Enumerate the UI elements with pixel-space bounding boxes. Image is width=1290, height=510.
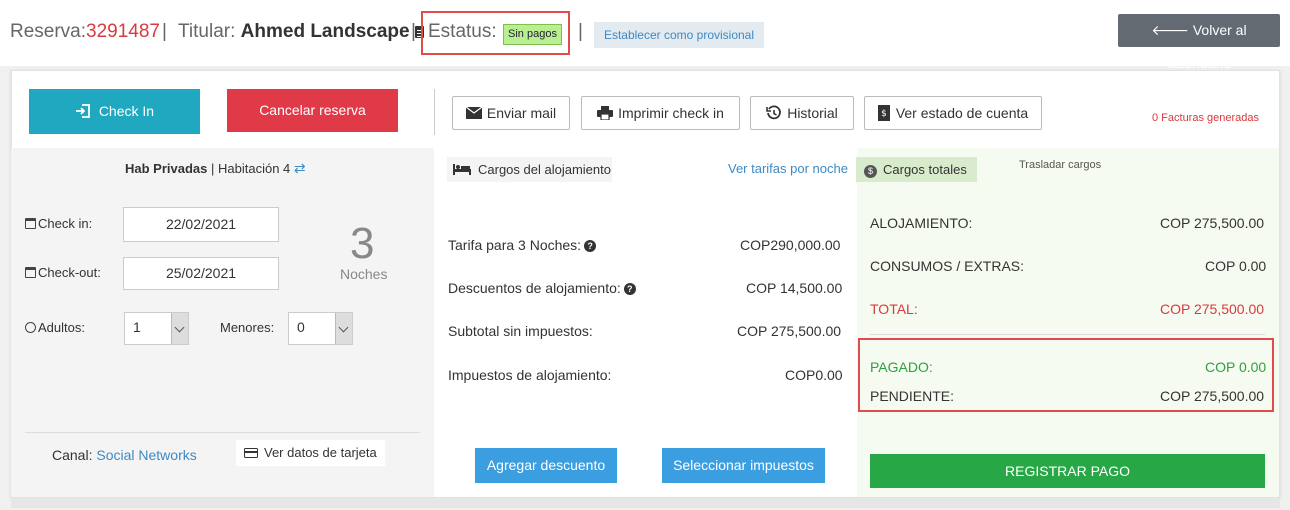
checkin-label: Check in:	[25, 216, 92, 231]
register-payment-button[interactable]: REGISTRAR PAGO	[870, 454, 1265, 488]
rate-value: COP290,000.00	[740, 237, 841, 253]
nights-count: 3	[350, 219, 375, 268]
check-in-button[interactable]: Check In	[29, 89, 200, 134]
card-shadow	[11, 498, 1280, 508]
discount-value: COP 14,500.00	[746, 280, 843, 296]
subtotal-value: COP 275,500.00	[737, 323, 842, 339]
pending-value: COP 275,500.00	[1160, 388, 1265, 404]
nights-label: Noches	[340, 266, 388, 282]
pending-label: PENDIENTE:	[870, 388, 955, 404]
cancel-reservation-button[interactable]: Cancelar reserva	[227, 89, 398, 132]
print-checkin-button[interactable]: Imprimir check in	[581, 96, 740, 130]
discount-label: Descuentos de alojamiento:?	[448, 280, 636, 296]
taxes-value: COP0.00	[785, 367, 843, 383]
paid-label: PAGADO:	[870, 359, 933, 375]
paid-value: COP 0.00	[1205, 359, 1267, 375]
header-separator: |	[411, 21, 416, 42]
room-name: Habitación 4	[218, 161, 291, 176]
nightly-rates-link[interactable]: Ver tarifas por noche	[728, 161, 848, 176]
envelope-icon	[465, 106, 483, 119]
extras-label: CONSUMOS / EXTRAS:	[870, 258, 1025, 274]
checkout-label: Check-out:	[25, 265, 101, 280]
swap-room-icon[interactable]: ⇄	[294, 160, 306, 176]
lodging-label: ALOJAMIENTO:	[870, 215, 973, 231]
titular: Titular: Ahmed Landscape	[178, 21, 424, 43]
checkout-date-field[interactable]: 25/02/2021	[123, 257, 279, 290]
invoices-count-link[interactable]: 0 Facturas generadas	[1152, 112, 1259, 124]
titular-label: Titular:	[178, 21, 236, 42]
subtotal-label: Subtotal sin impuestos:	[448, 323, 593, 339]
channel: Canal: Social Networks	[52, 447, 197, 463]
rate-label: Tarifa para 3 Noches:?	[448, 237, 597, 253]
history-button[interactable]: Historial	[750, 96, 854, 130]
reserva-number: 3291487	[86, 21, 160, 42]
titular-name: Ahmed Landscape	[240, 21, 410, 42]
printer-icon	[597, 106, 614, 121]
channel-link[interactable]: Social Networks	[96, 447, 196, 463]
view-card-data-button[interactable]: Ver datos de tarjeta	[236, 440, 385, 466]
account-statement-button[interactable]: $ Ver estado de cuenta	[864, 96, 1042, 130]
history-icon	[766, 105, 782, 120]
send-mail-button[interactable]: Enviar mail	[452, 96, 570, 130]
bed-icon	[453, 164, 471, 175]
status-badge: Sin pagos	[503, 24, 562, 45]
calendar-icon	[25, 218, 36, 229]
arrow-left-icon: 🡐	[1151, 22, 1189, 38]
set-provisional-button[interactable]: Establecer como provisional	[594, 22, 764, 48]
total-value: COP 275,500.00	[1160, 301, 1265, 317]
user-circle-icon	[25, 322, 36, 333]
total-label: TOTAL:	[870, 301, 918, 317]
taxes-label: Impuestos de alojamiento:	[448, 367, 612, 383]
minors-label: Menores:	[220, 320, 275, 335]
select-taxes-button[interactable]: Seleccionar impuestos	[662, 448, 825, 483]
header-separator: |	[578, 21, 583, 42]
chevron-down-icon	[171, 313, 188, 344]
question-circle-icon[interactable]: ?	[584, 240, 597, 252]
lodging-value: COP 275,500.00	[1160, 215, 1265, 231]
transfer-charges-link[interactable]: Trasladar cargos	[1019, 159, 1101, 171]
totals-panel	[857, 148, 1279, 497]
reserva-label: Reserva:	[10, 21, 87, 42]
room-separator: |	[211, 161, 215, 176]
adults-select[interactable]: 1	[124, 312, 189, 345]
add-discount-button[interactable]: Agregar descuento	[475, 448, 617, 483]
tab-total-charges[interactable]: $ Cargos totales	[856, 157, 977, 182]
divider	[870, 334, 1265, 335]
adults-label: Adultos:	[25, 320, 85, 335]
calendar-icon	[25, 267, 36, 278]
back-to-calendar-button[interactable]: 🡐 Volver al calendario	[1118, 14, 1280, 71]
header-separator: |	[162, 21, 167, 42]
checkin-date-field[interactable]: 22/02/2021	[123, 207, 279, 242]
chevron-down-icon	[335, 313, 352, 344]
room-info: Hab Privadas | Habitación 4 ⇄	[125, 160, 306, 177]
divider	[25, 432, 420, 433]
invoice-icon: $	[877, 105, 890, 121]
question-circle-icon[interactable]: ?	[623, 283, 636, 295]
minors-select[interactable]: 0	[288, 312, 353, 345]
credit-card-icon	[244, 448, 258, 458]
extras-value: COP 0.00	[1205, 258, 1267, 274]
toolbar-divider	[434, 89, 435, 135]
dollar-circle-icon: $	[864, 165, 877, 178]
svg-text:$: $	[881, 109, 887, 119]
room-type: Hab Privadas	[125, 161, 208, 176]
sign-in-icon	[75, 104, 90, 118]
reserva-title: Reserva:3291487	[10, 21, 160, 43]
tab-lodging-charges[interactable]: Cargos del alojamiento	[447, 157, 612, 182]
